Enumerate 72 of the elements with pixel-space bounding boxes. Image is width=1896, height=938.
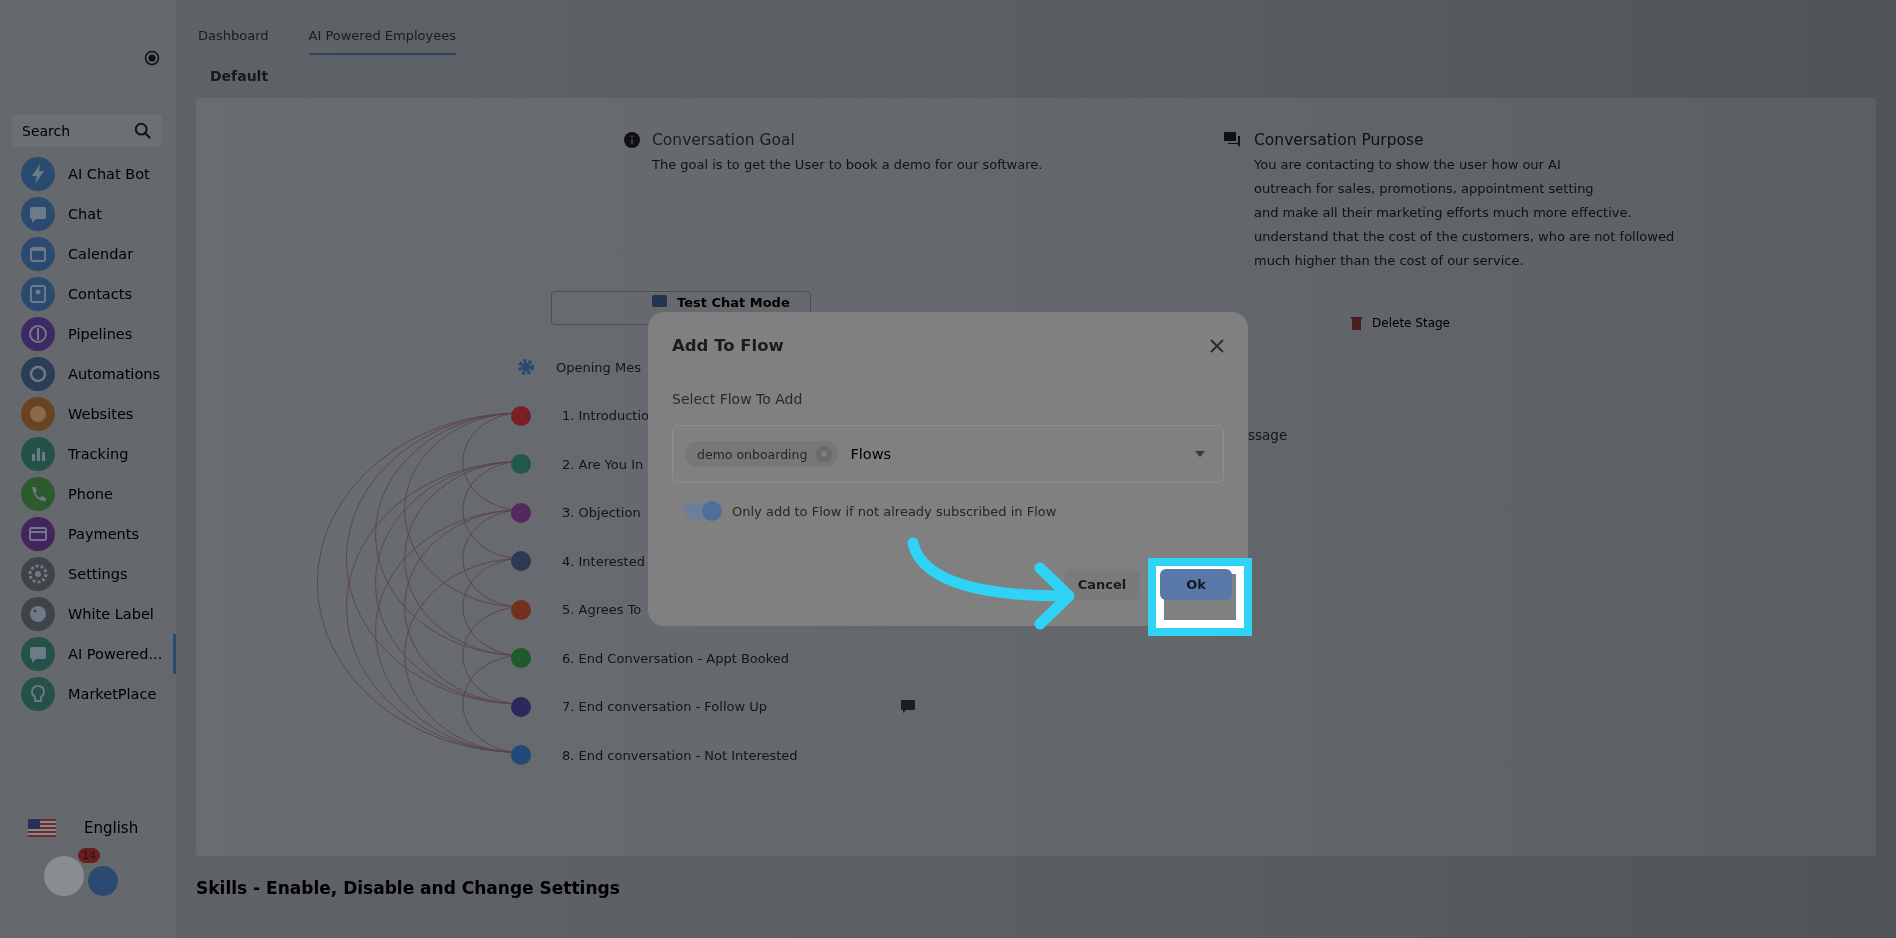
sidebar-item[interactable]: Phone <box>12 474 176 514</box>
stage-node[interactable] <box>511 405 531 426</box>
stage-node[interactable] <box>511 696 531 717</box>
sidebar-item[interactable]: Chat <box>12 194 176 234</box>
sidebar-item[interactable]: Contacts <box>12 274 176 314</box>
language-label[interactable]: English <box>84 819 139 837</box>
stage-label[interactable]: 7. End conversation - Follow Up <box>562 699 768 715</box>
purpose-text: You are contacting to show the user how our AI <box>1254 156 1562 174</box>
stage-node[interactable] <box>511 648 531 669</box>
stage-node[interactable] <box>511 599 531 620</box>
purpose-text: and make all their marketing efforts much more effective. <box>1254 204 1633 222</box>
stage-label[interactable]: Opening Mes <box>556 359 641 375</box>
sidebar-item[interactable]: Settings <box>12 554 176 594</box>
dialog-title: Add To Flow <box>672 336 784 355</box>
goal-text: The goal is to get the User to book a demo for our software. <box>652 157 1044 172</box>
field-label: Select Flow To Add <box>672 391 804 407</box>
sidebar-item[interactable]: Websites <box>12 394 176 434</box>
stage-label[interactable]: 5. Agrees To <box>562 602 642 618</box>
search-icon[interactable] <box>134 122 152 140</box>
sidebar-item[interactable]: White Label <box>12 594 176 634</box>
delete-stage-button[interactable]: Delete Stage <box>1345 311 1456 335</box>
flow-chip: demo onboarding <box>685 441 839 467</box>
avatar[interactable] <box>44 856 84 896</box>
stage-node[interactable] <box>511 745 531 766</box>
cancel-button[interactable]: Cancel <box>1063 569 1141 600</box>
search-field[interactable]: Search <box>12 115 162 147</box>
stage-node[interactable] <box>511 502 531 523</box>
flag-icon <box>28 819 56 837</box>
chat-icon <box>652 294 667 310</box>
stage-label[interactable]: 2. Are You In <box>562 456 644 472</box>
radio-icon[interactable] <box>144 50 160 66</box>
tab[interactable]: AI Powered Employees <box>308 0 456 55</box>
stage-label[interactable]: 6. End Conversation - Appt Booked <box>562 650 790 666</box>
toggle-label: Only add to Flow if not already subscribed in Flow <box>732 503 1057 519</box>
section-title: Conversation Purpose <box>1254 131 1424 149</box>
sidebar-item[interactable]: Pipelines <box>12 314 176 354</box>
sidebar-item[interactable]: AI Powered... <box>12 634 176 674</box>
section-title: Conversation Goal <box>652 131 795 149</box>
stage-node[interactable] <box>511 551 531 572</box>
stage-label[interactable]: 1. Introductio <box>562 408 650 424</box>
caret-icon <box>1195 451 1205 457</box>
stage-label[interactable]: 4. Interested <box>562 553 645 569</box>
chat-bubbles-icon <box>1224 132 1242 148</box>
sidebar-item[interactable]: Tracking <box>12 434 176 474</box>
sidebar-item[interactable]: Payments <box>12 514 176 554</box>
close-icon[interactable] <box>1210 338 1224 353</box>
search-input[interactable]: Search <box>20 122 134 140</box>
stage-node[interactable] <box>511 454 531 475</box>
flow-input[interactable]: Flows <box>848 445 1185 463</box>
tab[interactable]: Dashboard <box>198 0 269 55</box>
purpose-text: understand that the cost of the customers, who are not followed <box>1254 228 1676 246</box>
sidebar-item[interactable]: Automations <box>12 354 176 394</box>
notification-badge: 14 <box>78 848 100 863</box>
sidebar-item[interactable]: MarketPlace <box>12 674 176 714</box>
flow-select[interactable]: demo onboarding Flows <box>672 425 1224 483</box>
toggle-switch[interactable] <box>684 503 720 519</box>
purpose-text: outreach for sales, promotions, appointment setting <box>1254 180 1595 198</box>
remove-icon[interactable] <box>816 446 833 462</box>
skills-heading: Skills - Enable, Disable and Change Settings <box>196 878 621 900</box>
stage-label[interactable]: 8. End conversation - Not Interested <box>562 747 798 763</box>
purpose-text: much higher than the cost of our service. <box>1254 252 1525 270</box>
info-icon <box>624 132 640 148</box>
avatar[interactable] <box>88 866 118 896</box>
stage-message-label: ssage <box>1248 427 1288 443</box>
chat-icon[interactable] <box>901 700 915 714</box>
sidebar-item[interactable]: Calendar <box>12 234 176 274</box>
stage-label[interactable]: 3. Objection <box>562 505 641 521</box>
trash-icon <box>1351 316 1363 330</box>
sidebar-item[interactable]: AI Chat Bot <box>12 154 176 194</box>
sub-tab[interactable]: Default <box>196 60 1876 90</box>
ok-button[interactable]: Ok <box>1160 569 1232 600</box>
gear-icon[interactable] <box>517 358 535 377</box>
